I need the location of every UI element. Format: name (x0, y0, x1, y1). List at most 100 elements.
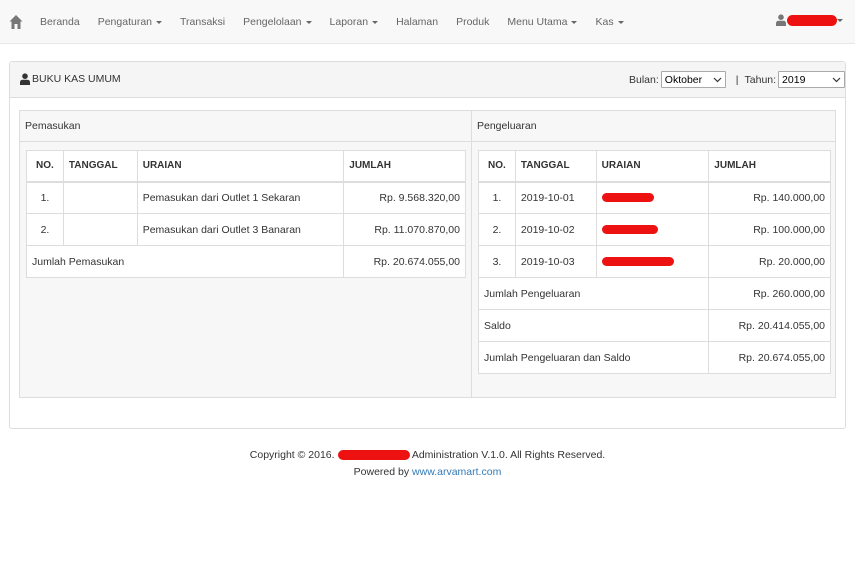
cell-jumlah: Rp. 9.568.320,00 (343, 181, 466, 214)
redacted-uraian (601, 193, 654, 203)
nav-item-label: Beranda (40, 16, 80, 28)
redacted-company-name (337, 450, 410, 461)
nav-item-label: Pengelolaan (243, 16, 302, 28)
bulan-select-value: Oktober (664, 73, 703, 86)
cell-uraian: Pemasukan dari Outlet 1 Sekaran (136, 181, 345, 214)
filter-separator: | (735, 73, 739, 86)
pemasukan-heading: Pemasukan (20, 111, 471, 142)
caret-down-icon (837, 19, 843, 22)
table-header-row: NO. TANGGAL URAIAN JUMLAH (478, 150, 831, 183)
chevron-down-icon (713, 77, 722, 82)
user-menu[interactable] (776, 14, 843, 26)
caret-down-icon (571, 21, 578, 24)
col-tanggal: TANGGAL (514, 150, 597, 183)
cell-tanggal: 2019-10-02 (514, 213, 597, 246)
chevron-down-icon (832, 77, 841, 82)
nav-item-beranda[interactable]: Beranda (40, 16, 80, 28)
pemasukan-heading-text: Pemasukan (25, 120, 81, 132)
nav-item-pengelolaan[interactable]: Pengelolaan (243, 16, 312, 28)
footer-copyright: Copyright © 2016. Administration V.1.0. … (0, 449, 855, 461)
col-uraian: URAIAN (595, 150, 710, 183)
col-no: NO. (26, 150, 64, 183)
summary-value: Rp. 260.000,00 (708, 277, 831, 310)
column-divider (471, 111, 472, 397)
pemasukan-table: NO. TANGGAL URAIAN JUMLAH 1. Pemasukan d… (25, 150, 466, 278)
user-icon (20, 73, 30, 85)
panel-heading: BUKU KAS UMUM Bulan: Oktober | Tahun: 20… (10, 62, 846, 98)
copyright-suffix: Administration V.1.0. All Rights Reserve… (411, 449, 606, 461)
caret-down-icon (617, 21, 624, 24)
summary-label: Jumlah Pengeluaran dan Saldo (477, 341, 710, 374)
top-navbar: Beranda Pengaturan Transaksi Pengelolaan… (0, 0, 855, 44)
home-icon[interactable] (9, 14, 23, 30)
total-label: Jumlah Pemasukan (25, 245, 345, 278)
summary-value: Rp. 20.674.055,00 (708, 341, 831, 374)
pengeluaran-table: NO. TANGGAL URAIAN JUMLAH 1. 2019-10-01 … (477, 150, 831, 374)
table-row: 2. 2019-10-02 Rp. 100.000,00 (478, 213, 831, 246)
total-row: Jumlah Pemasukan Rp. 20.674.055,00 (25, 245, 466, 278)
cell-tanggal: 2019-10-01 (514, 181, 597, 214)
cell-no: 1. (478, 181, 516, 214)
nav-item-halaman[interactable]: Halaman (396, 16, 438, 28)
buku-kas-panel: BUKU KAS UMUM Bulan: Oktober | Tahun: 20… (9, 61, 846, 429)
cell-uraian (595, 213, 710, 246)
summary-row: Saldo Rp. 20.414.055,00 (477, 309, 831, 342)
summary-row: Jumlah Pengeluaran dan Saldo Rp. 20.674.… (477, 341, 831, 374)
col-no: NO. (478, 150, 516, 183)
user-icon (776, 14, 786, 26)
nav-item-label: Pengaturan (97, 16, 152, 28)
col-jumlah: JUMLAH (708, 150, 831, 183)
nav-item-menu-utama[interactable]: Menu Utama (507, 16, 578, 28)
cell-no: 3. (478, 245, 516, 278)
tahun-select-value: 2019 (782, 73, 806, 86)
summary-row: Jumlah Pengeluaran Rp. 260.000,00 (477, 277, 831, 310)
nav-item-kas[interactable]: Kas (595, 16, 624, 28)
nav-item-label: Kas (595, 16, 614, 28)
cell-jumlah: Rp. 140.000,00 (708, 181, 831, 214)
panel-title: BUKU KAS UMUM (20, 73, 121, 85)
redacted-uraian (601, 257, 674, 267)
cell-uraian (595, 245, 710, 278)
nav-item-label: Menu Utama (507, 16, 568, 28)
powered-prefix: Powered by (353, 466, 410, 478)
col-uraian: URAIAN (136, 150, 345, 183)
tahun-select[interactable]: 2019 (778, 71, 846, 88)
nav-item-transaksi[interactable]: Transaksi (180, 16, 225, 28)
nav-item-label: Transaksi (180, 16, 226, 28)
nav-menu: Beranda Pengaturan Transaksi Pengelolaan… (40, 0, 624, 44)
table-row: 3. 2019-10-03 Rp. 20.000,00 (478, 245, 831, 278)
summary-value: Rp. 20.414.055,00 (708, 309, 831, 342)
cell-jumlah: Rp. 100.000,00 (708, 213, 831, 246)
redacted-username (787, 14, 837, 26)
nav-item-label: Produk (456, 16, 490, 28)
bulan-select[interactable]: Oktober (660, 71, 726, 88)
summary-label: Jumlah Pengeluaran (477, 277, 710, 310)
redacted-uraian (601, 225, 658, 235)
caret-down-icon (305, 21, 312, 24)
kas-content: Pemasukan NO. TANGGAL URAIAN JUMLAH 1. P… (19, 110, 836, 398)
nav-item-laporan[interactable]: Laporan (330, 16, 379, 28)
total-value: Rp. 20.674.055,00 (343, 245, 466, 278)
footer-powered-by: Powered by www.arvamart.com (0, 466, 855, 478)
table-row: 1. Pemasukan dari Outlet 1 Sekaran Rp. 9… (26, 181, 466, 214)
cell-tanggal: 2019-10-03 (514, 245, 597, 278)
cell-no: 2. (478, 213, 516, 246)
nav-item-produk[interactable]: Produk (456, 16, 489, 28)
period-filters: Bulan: Oktober | Tahun: 2019 (629, 71, 846, 88)
col-jumlah: JUMLAH (343, 150, 466, 183)
cell-no: 1. (26, 181, 64, 214)
summary-label: Saldo (477, 309, 710, 342)
caret-down-icon (156, 21, 162, 24)
nav-item-pengaturan[interactable]: Pengaturan (98, 16, 162, 28)
powered-by-link[interactable]: www.arvamart.com (412, 466, 501, 478)
table-row: 2. Pemasukan dari Outlet 3 Banaran Rp. 1… (26, 213, 466, 246)
table-header-row: NO. TANGGAL URAIAN JUMLAH (26, 150, 466, 183)
pengeluaran-heading-text: Pengeluaran (477, 120, 537, 132)
cell-tanggal (62, 213, 138, 246)
pengeluaran-heading: Pengeluaran (472, 111, 835, 142)
bulan-label: Bulan: (629, 73, 659, 86)
nav-item-label: Laporan (329, 16, 369, 28)
cell-jumlah: Rp. 11.070.870,00 (343, 213, 466, 246)
copyright-prefix: Copyright © 2016. (249, 449, 335, 461)
cell-tanggal (62, 181, 138, 214)
